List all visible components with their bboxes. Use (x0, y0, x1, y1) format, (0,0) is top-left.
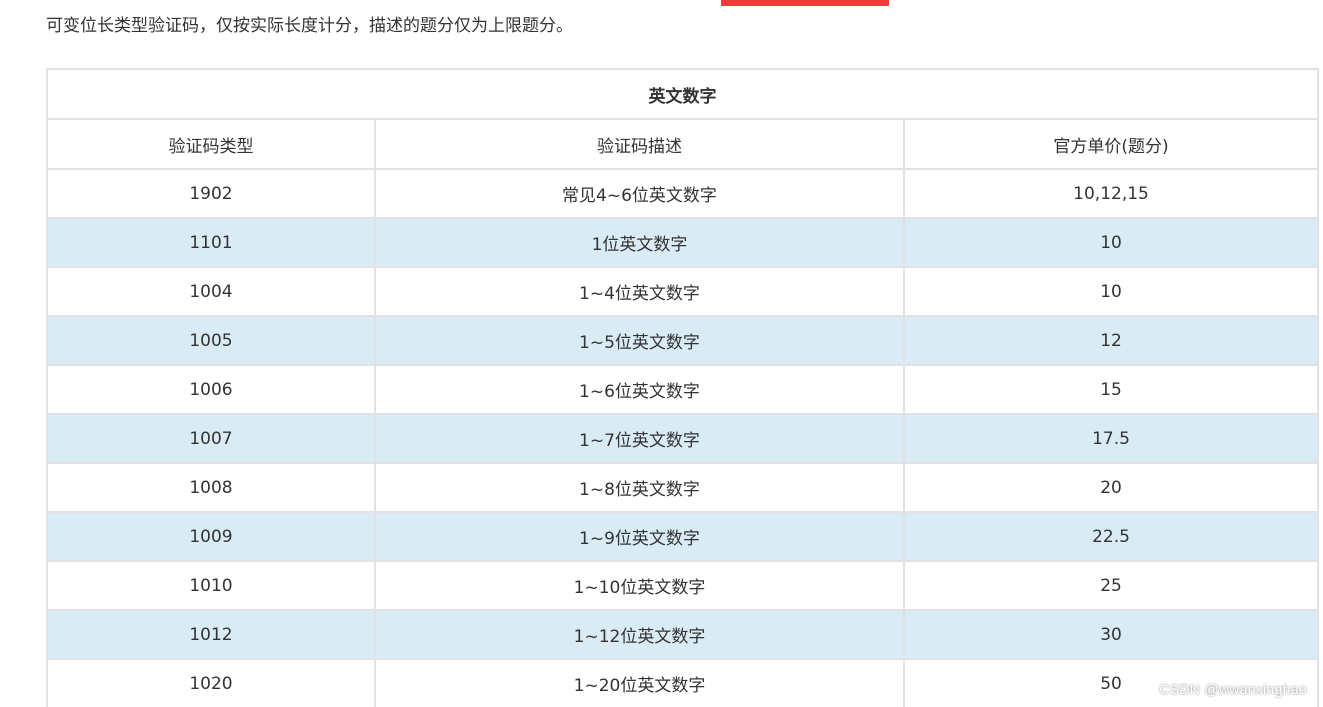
table-row: 1005 1~5位英文数字 12 (46, 315, 1320, 366)
watermark: CSDN @wwanxinghao (1159, 681, 1307, 697)
cell-type: 1010 (46, 560, 376, 611)
cell-type: 1020 (46, 658, 376, 707)
page: 可变位长类型验证码，仅按实际长度计分，描述的题分仅为上限题分。 英文数字 验证码… (0, 0, 1323, 707)
cell-price: 25 (902, 560, 1320, 611)
cell-price: 10,12,15 (902, 168, 1320, 219)
table-row: 1008 1~8位英文数字 20 (46, 462, 1320, 513)
cell-description: 1~6位英文数字 (374, 364, 905, 415)
cell-description: 1位英文数字 (374, 217, 905, 268)
table-row: 1010 1~10位英文数字 25 (46, 560, 1320, 611)
table-row: 1101 1位英文数字 10 (46, 217, 1320, 268)
cell-description: 1~9位英文数字 (374, 511, 905, 562)
price-table-container: 英文数字 验证码类型 验证码描述 官方单价(题分) 1902 常见4~6位英文数… (45, 68, 1320, 707)
cell-description: 1~8位英文数字 (374, 462, 905, 513)
cell-price: 17.5 (902, 413, 1320, 464)
cell-type: 1902 (46, 168, 376, 219)
table-caption: 英文数字 (45, 68, 1320, 120)
cell-description: 1~10位英文数字 (374, 560, 905, 611)
price-table: 英文数字 验证码类型 验证码描述 官方单价(题分) 1902 常见4~6位英文数… (45, 68, 1320, 707)
cell-price: 30 (902, 609, 1320, 660)
cell-price: 10 (902, 217, 1320, 268)
cell-description: 1~5位英文数字 (374, 315, 905, 366)
cell-description: 1~4位英文数字 (374, 266, 905, 317)
cell-type: 1005 (46, 315, 376, 366)
cell-description: 常见4~6位英文数字 (374, 168, 905, 219)
cell-type: 1004 (46, 266, 376, 317)
header-type: 验证码类型 (46, 118, 376, 170)
cell-description: 1~7位英文数字 (374, 413, 905, 464)
cell-type: 1012 (46, 609, 376, 660)
table-row: 1012 1~12位英文数字 30 (46, 609, 1320, 660)
table-header-row: 验证码类型 验证码描述 官方单价(题分) (46, 118, 1320, 170)
cell-price: 12 (902, 315, 1320, 366)
cell-description: 1~12位英文数字 (374, 609, 905, 660)
cell-description: 1~20位英文数字 (374, 658, 905, 707)
cell-price: 10 (902, 266, 1320, 317)
table-row: 1009 1~9位英文数字 22.5 (46, 511, 1320, 562)
table-row: 1004 1~4位英文数字 10 (46, 266, 1320, 317)
cell-type: 1006 (46, 364, 376, 415)
table-row: 1007 1~7位英文数字 17.5 (46, 413, 1320, 464)
cell-type: 1009 (46, 511, 376, 562)
header-price: 官方单价(题分) (902, 118, 1320, 170)
cell-type: 1008 (46, 462, 376, 513)
cell-type: 1101 (46, 217, 376, 268)
table-row: 1902 常见4~6位英文数字 10,12,15 (46, 168, 1320, 219)
cell-type: 1007 (46, 413, 376, 464)
table-row: 1020 1~20位英文数字 50 (46, 658, 1320, 707)
table-row: 1006 1~6位英文数字 15 (46, 364, 1320, 415)
header-description: 验证码描述 (374, 118, 905, 170)
accent-bar (721, 0, 889, 6)
cell-price: 15 (902, 364, 1320, 415)
cell-price: 20 (902, 462, 1320, 513)
intro-text: 可变位长类型验证码，仅按实际长度计分，描述的题分仅为上限题分。 (46, 16, 573, 36)
cell-price: 22.5 (902, 511, 1320, 562)
